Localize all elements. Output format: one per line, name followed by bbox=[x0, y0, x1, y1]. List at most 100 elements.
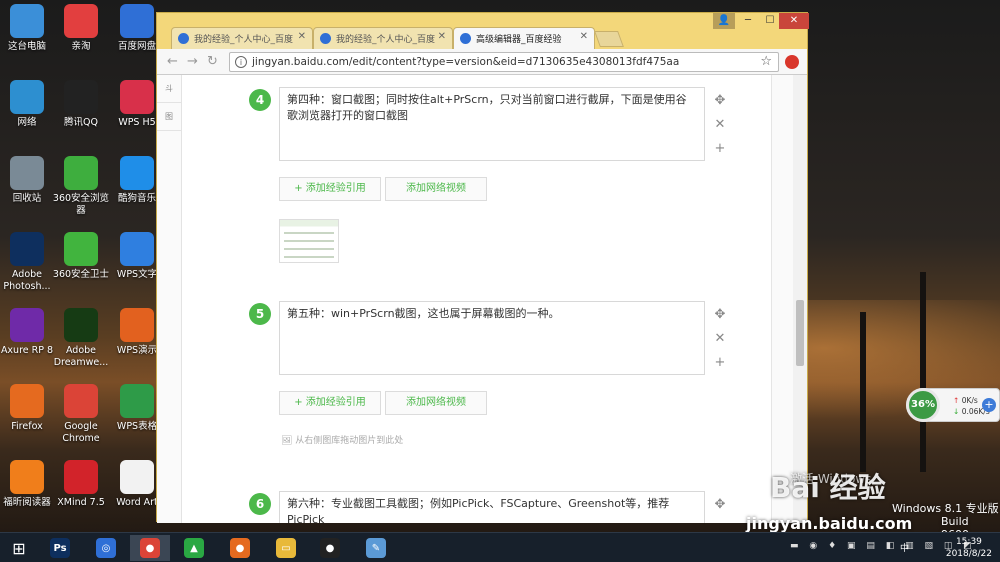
desktop-icon[interactable]: 这台电脑 bbox=[0, 4, 56, 53]
image-drop-zone[interactable]: 🖼 从右侧图库拖动图片到此处 bbox=[281, 433, 403, 446]
file-explorer-icon: ▭ bbox=[276, 538, 296, 558]
reload-icon[interactable]: ↻ bbox=[207, 54, 218, 69]
step-text-box[interactable]: 第六种：专业截图工具截图；例如PicPick、FSCapture、Greensh… bbox=[279, 491, 705, 523]
qintao-icon bbox=[64, 4, 98, 38]
desktop-icon-label: 亲淘 bbox=[71, 41, 91, 52]
add-icon[interactable]: + bbox=[713, 141, 727, 156]
taskbar-app-button[interactable]: ● bbox=[310, 535, 350, 561]
clock-time: 15:39 bbox=[955, 537, 982, 547]
close-icon[interactable]: ✕ bbox=[580, 31, 588, 42]
delete-icon[interactable]: ✕ bbox=[713, 331, 727, 346]
desktop-icon[interactable]: 腾讯QQ bbox=[52, 80, 110, 129]
foxit-reader-icon bbox=[10, 460, 44, 494]
dreamweaver-icon bbox=[64, 308, 98, 342]
add-icon[interactable]: + bbox=[713, 355, 727, 370]
back-icon[interactable]: ← bbox=[167, 54, 178, 69]
close-icon[interactable]: ✕ bbox=[298, 31, 306, 42]
extension-icon[interactable] bbox=[785, 55, 799, 69]
tab-1[interactable]: 我的经验_个人中心_百度 ✕ bbox=[171, 27, 313, 49]
ime-indicator[interactable]: 中 bbox=[900, 541, 909, 554]
add-video-button[interactable]: 添加网络视频 bbox=[385, 177, 487, 201]
right-panel bbox=[771, 75, 793, 523]
page-content: 斗 图 4 第四种：窗口截图；同时按住alt+PrScrn，只对当前窗口进行截屏… bbox=[157, 75, 807, 523]
desktop-icon[interactable]: 亲淘 bbox=[52, 4, 110, 53]
chrome-icon bbox=[64, 384, 98, 418]
maximize-button[interactable]: ☐ bbox=[759, 13, 781, 29]
tab-3[interactable]: 高级编辑器_百度经验 ✕ bbox=[453, 27, 595, 49]
desktop-icon[interactable]: 360安全浏览器 bbox=[52, 156, 110, 217]
step-text-box[interactable]: 第五种：win+PrScrn截图，这也属于屏幕截图的一种。 bbox=[279, 301, 705, 375]
computer-icon bbox=[10, 4, 44, 38]
boost-icon[interactable]: + bbox=[982, 398, 996, 412]
chrome-icon: ● bbox=[140, 538, 160, 558]
baidu-paw-icon bbox=[460, 33, 471, 44]
desktop-icon[interactable]: Adobe Dreamwe... bbox=[52, 308, 110, 369]
desktop-icon[interactable]: 福昕阅读器 bbox=[0, 460, 56, 509]
add-reference-button[interactable]: + 添加经验引用 bbox=[279, 391, 381, 415]
new-tab-button[interactable] bbox=[594, 31, 624, 47]
minimize-button[interactable]: ─ bbox=[737, 13, 759, 29]
firefox-icon: ● bbox=[230, 538, 250, 558]
add-reference-button[interactable]: + 添加经验引用 bbox=[279, 177, 381, 201]
desktop-icon[interactable]: Axure RP 8 bbox=[0, 308, 56, 357]
scrollbar[interactable] bbox=[793, 75, 807, 523]
photoshop-icon: Ps bbox=[50, 538, 70, 558]
taskbar-app-button[interactable]: ◎ bbox=[86, 535, 126, 561]
desktop-icon-label: XMind 7.5 bbox=[57, 497, 105, 508]
network-speed-widget[interactable]: 36% ↑ 0K/s ↓ 0.06K/s + bbox=[906, 388, 1000, 422]
taskbar-app-button[interactable]: ▲ bbox=[174, 535, 214, 561]
desktop-icon-label: Google Chrome bbox=[62, 421, 100, 444]
baidu-netdisk-icon: ◎ bbox=[96, 538, 116, 558]
screenshot-thumbnail[interactable] bbox=[279, 219, 339, 263]
taskbar-app-button[interactable]: ● bbox=[130, 535, 170, 561]
user-icon[interactable]: 👤 bbox=[713, 13, 735, 29]
memory-percent: 36% bbox=[906, 388, 940, 422]
tab-2[interactable]: 我的经验_个人中心_百度 ✕ bbox=[313, 27, 453, 49]
desktop-icon[interactable]: Google Chrome bbox=[52, 384, 110, 445]
step-text-box[interactable]: 第四种：窗口截图；同时按住alt+PrScrn，只对当前窗口进行截屏，下面是使用… bbox=[279, 87, 705, 161]
baidu-watermark-logo: Bai 经验 bbox=[770, 471, 886, 504]
taskbar-app-button[interactable]: Ps bbox=[40, 535, 80, 561]
desktop-icon-label: Adobe Photosh... bbox=[3, 269, 51, 292]
taskbar-app-button[interactable]: ▭ bbox=[266, 535, 306, 561]
move-icon[interactable]: ✥ bbox=[713, 497, 727, 512]
desktop-icon[interactable]: Adobe Photosh... bbox=[0, 232, 56, 293]
sidebar-tab[interactable]: 斗 bbox=[157, 75, 181, 103]
qq-icon: ● bbox=[320, 538, 340, 558]
baidu-netdisk-icon bbox=[120, 4, 154, 38]
step-number: 4 bbox=[249, 89, 271, 111]
forward-icon[interactable]: → bbox=[187, 54, 198, 69]
add-video-button[interactable]: 添加网络视频 bbox=[385, 391, 487, 415]
close-window-button[interactable]: ✕ bbox=[779, 13, 809, 29]
desktop-icon[interactable]: Firefox bbox=[0, 384, 56, 433]
baidu-paw-icon bbox=[320, 33, 331, 44]
desktop-icon-label: Axure RP 8 bbox=[0, 345, 54, 356]
taskbar-app-button[interactable]: ● bbox=[220, 535, 260, 561]
desktop-icon[interactable]: 回收站 bbox=[0, 156, 56, 205]
green-app-icon: ▲ bbox=[184, 538, 204, 558]
network-icon bbox=[10, 80, 44, 114]
baidu-watermark-url: jingyan.baidu.com bbox=[746, 514, 913, 533]
desktop-icon[interactable]: 360安全卫士 bbox=[52, 232, 110, 281]
start-button[interactable]: ⊞ bbox=[0, 535, 38, 561]
move-icon[interactable]: ✥ bbox=[713, 307, 727, 322]
clock[interactable]: 15:39 2018/8/22 bbox=[946, 536, 992, 560]
desktop-icon-label: 腾讯QQ bbox=[64, 117, 98, 128]
desktop-icon[interactable]: 网络 bbox=[0, 80, 56, 129]
move-icon[interactable]: ✥ bbox=[713, 93, 727, 108]
sidebar-tab[interactable]: 图 bbox=[157, 103, 181, 131]
scrollbar-thumb[interactable] bbox=[796, 300, 804, 366]
close-icon[interactable]: ✕ bbox=[438, 31, 446, 42]
taskbar-app-button[interactable]: ✎ bbox=[356, 535, 396, 561]
360-browser-icon bbox=[64, 156, 98, 190]
wps-presentation-icon bbox=[120, 308, 154, 342]
address-bar[interactable]: i jingyan.baidu.com/edit/content?type=ve… bbox=[229, 52, 779, 72]
browser-titlebar[interactable]: 我的经验_个人中心_百度 ✕ 我的经验_个人中心_百度 ✕ 高级编辑器_百度经验 ✕ … bbox=[157, 13, 809, 49]
browser-window: 我的经验_个人中心_百度 ✕ 我的经验_个人中心_百度 ✕ 高级编辑器_百度经验 ✕ … bbox=[156, 12, 809, 523]
delete-icon[interactable]: ✕ bbox=[713, 117, 727, 132]
xmind-icon bbox=[64, 460, 98, 494]
info-icon[interactable]: i bbox=[235, 56, 247, 68]
desktop-icon-label: 360安全卫士 bbox=[52, 269, 110, 280]
desktop-icon[interactable]: XMind 7.5 bbox=[52, 460, 110, 509]
bookmark-star-icon[interactable]: ☆ bbox=[760, 54, 772, 69]
